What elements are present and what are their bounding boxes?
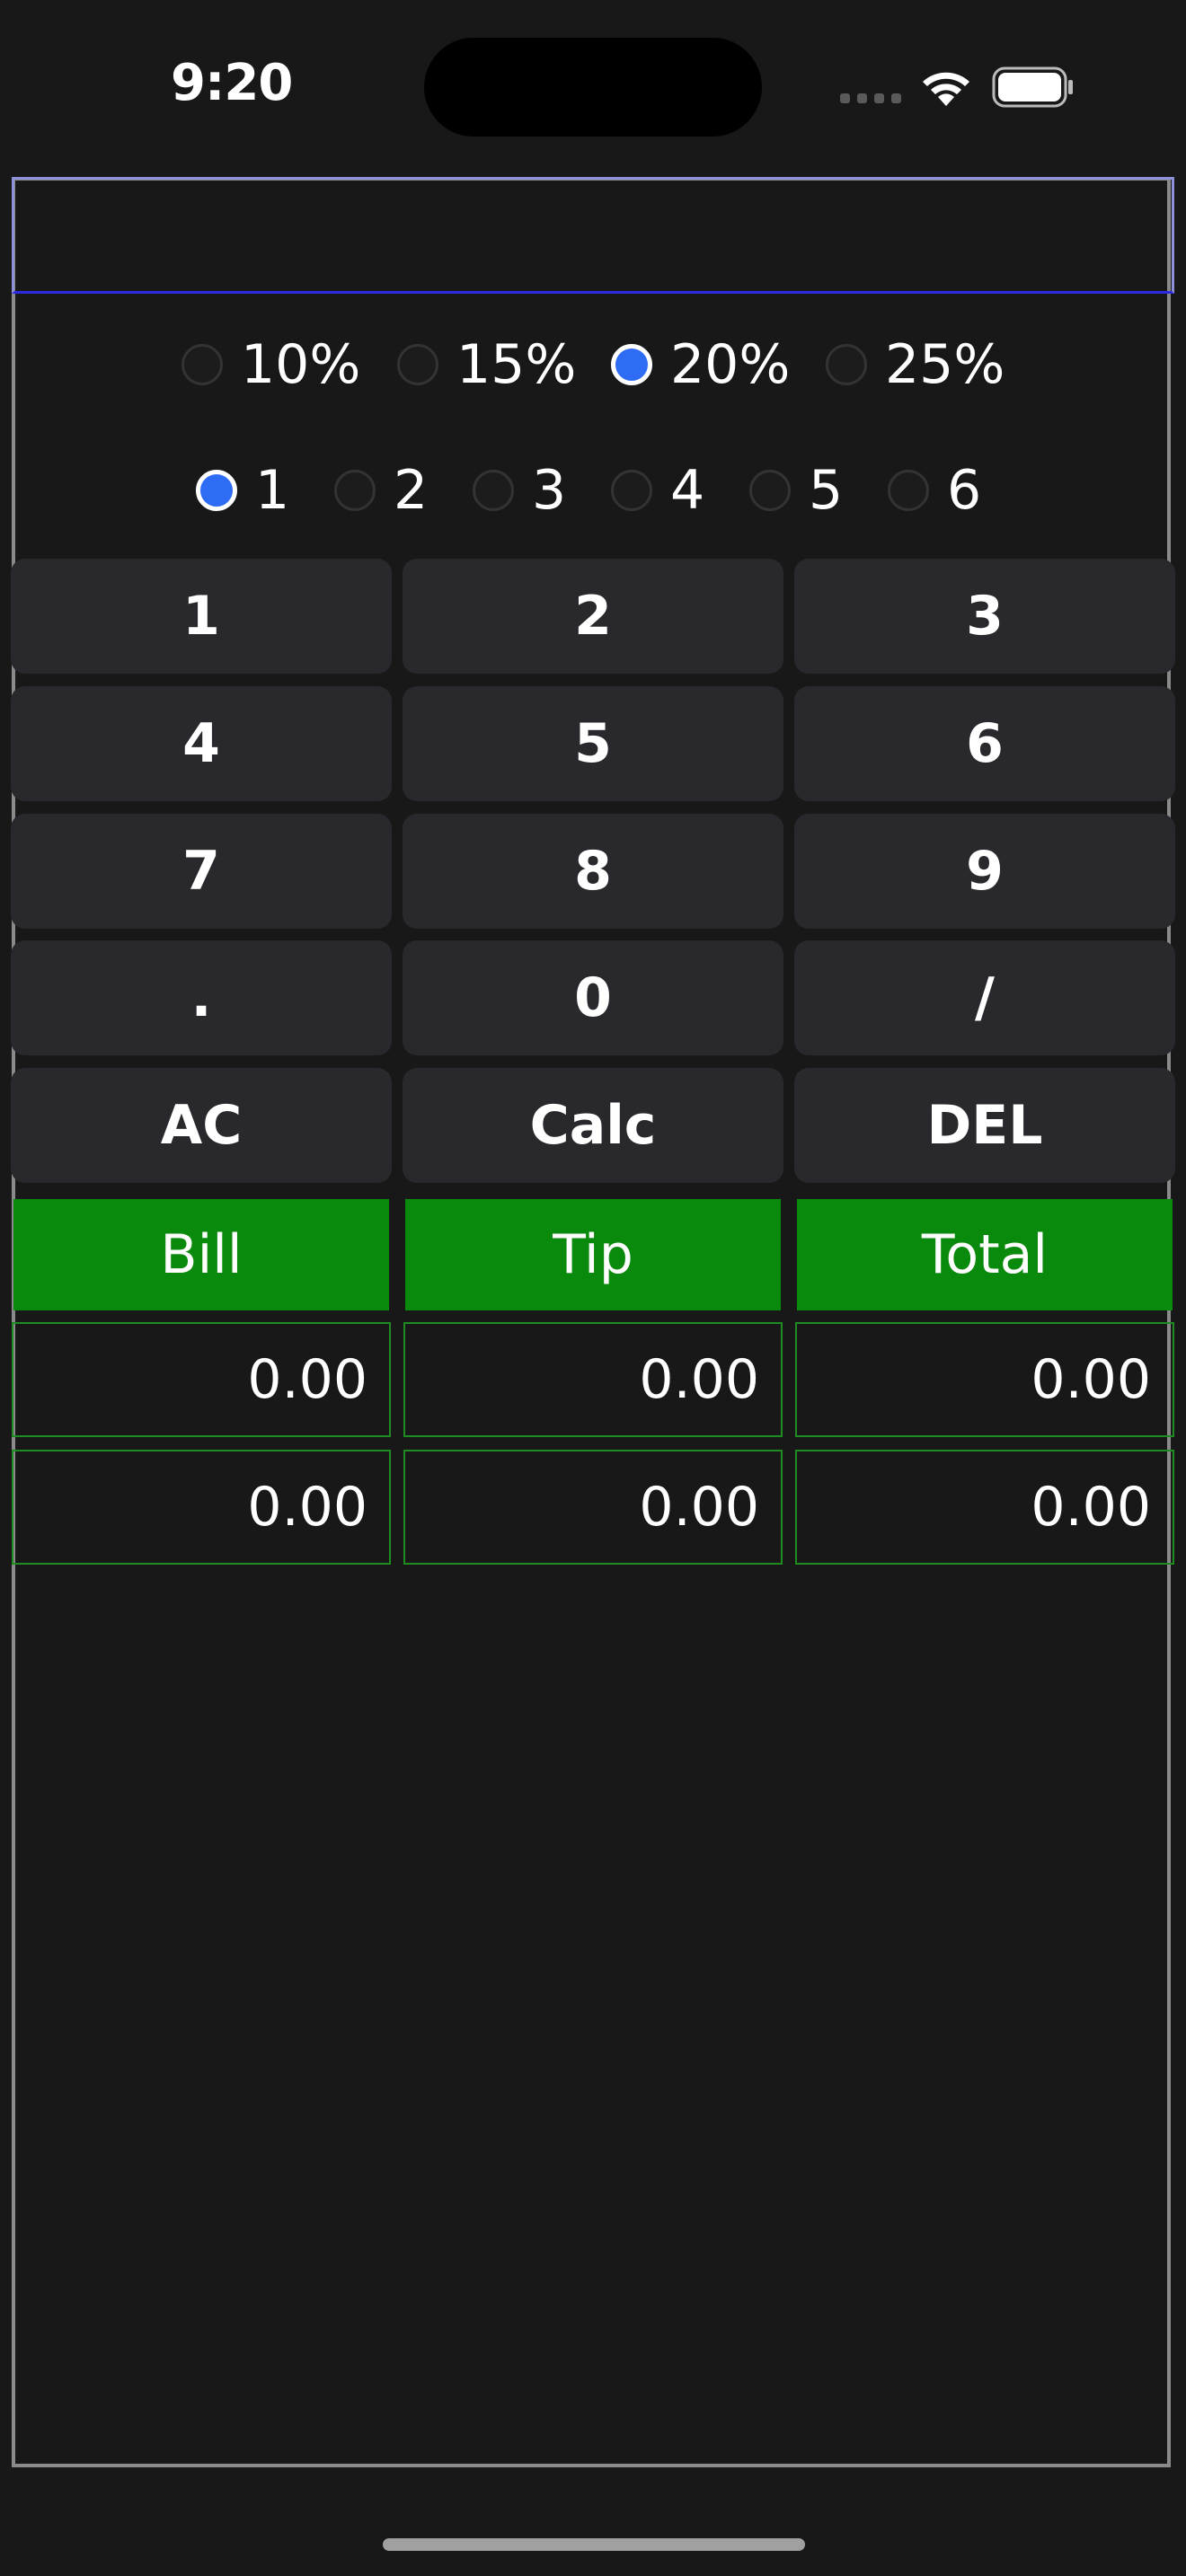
header-tip: Tip (405, 1199, 781, 1310)
bill-value-row-2: 0.00 (12, 1450, 391, 1565)
split-option-6[interactable]: 6 (888, 454, 981, 526)
all-clear-button[interactable]: AC (11, 1068, 392, 1183)
split-option-label: 6 (947, 459, 982, 522)
header-total: Total (797, 1199, 1173, 1310)
status-time: 9:20 (171, 54, 293, 112)
wifi-icon (923, 72, 969, 106)
split-option-1[interactable]: 1 (196, 454, 289, 526)
key-6[interactable]: 6 (794, 686, 1175, 801)
radio-icon (826, 344, 867, 385)
tip-option-25[interactable]: 25% (826, 329, 1005, 401)
delete-button[interactable]: DEL (794, 1068, 1175, 1183)
tip-option-label: 15% (456, 333, 577, 396)
split-count-group: 1 2 3 4 5 6 (0, 454, 1186, 526)
home-indicator[interactable] (383, 2538, 805, 2551)
total-value-row-1: 0.00 (795, 1322, 1174, 1437)
radio-icon (749, 470, 791, 511)
key-9[interactable]: 9 (794, 814, 1175, 929)
radio-checked-icon (196, 470, 237, 511)
tip-value-row-2: 0.00 (403, 1450, 783, 1565)
radio-icon (473, 470, 514, 511)
header-bill: Bill (13, 1199, 389, 1310)
split-option-5[interactable]: 5 (749, 454, 843, 526)
battery-icon (992, 66, 1073, 108)
split-option-4[interactable]: 4 (611, 454, 704, 526)
key-2[interactable]: 2 (403, 559, 783, 674)
calc-button[interactable]: Calc (403, 1068, 783, 1183)
dynamic-island (424, 38, 762, 137)
radio-icon (611, 470, 652, 511)
tip-option-label: 10% (241, 333, 361, 396)
split-option-2[interactable]: 2 (334, 454, 428, 526)
split-option-label: 2 (394, 459, 429, 522)
tip-option-20[interactable]: 20% (611, 329, 790, 401)
key-3[interactable]: 3 (794, 559, 1175, 674)
tip-option-15[interactable]: 15% (397, 329, 576, 401)
tip-option-label: 25% (885, 333, 1005, 396)
cellular-signal-icon (840, 93, 901, 106)
tip-value-row-1: 0.00 (403, 1322, 783, 1437)
radio-icon (888, 470, 929, 511)
key-0[interactable]: 0 (403, 940, 783, 1055)
tip-option-10[interactable]: 10% (181, 329, 360, 401)
key-4[interactable]: 4 (11, 686, 392, 801)
tip-option-label: 20% (670, 333, 791, 396)
total-value-row-2: 0.00 (795, 1450, 1174, 1565)
amount-input[interactable] (12, 177, 1174, 294)
radio-icon (334, 470, 376, 511)
tip-percent-group: 10% 15% 20% 25% (0, 329, 1186, 401)
split-option-label: 5 (809, 459, 844, 522)
split-option-label: 3 (532, 459, 567, 522)
radio-checked-icon (611, 344, 652, 385)
split-option-label: 1 (255, 459, 290, 522)
radio-icon (181, 344, 223, 385)
split-option-label: 4 (670, 459, 705, 522)
key-divide[interactable]: / (794, 940, 1175, 1055)
radio-icon (397, 344, 438, 385)
key-decimal[interactable]: . (11, 940, 392, 1055)
split-option-3[interactable]: 3 (473, 454, 566, 526)
key-7[interactable]: 7 (11, 814, 392, 929)
key-8[interactable]: 8 (403, 814, 783, 929)
key-5[interactable]: 5 (403, 686, 783, 801)
key-1[interactable]: 1 (11, 559, 392, 674)
bill-value-row-1: 0.00 (12, 1322, 391, 1437)
